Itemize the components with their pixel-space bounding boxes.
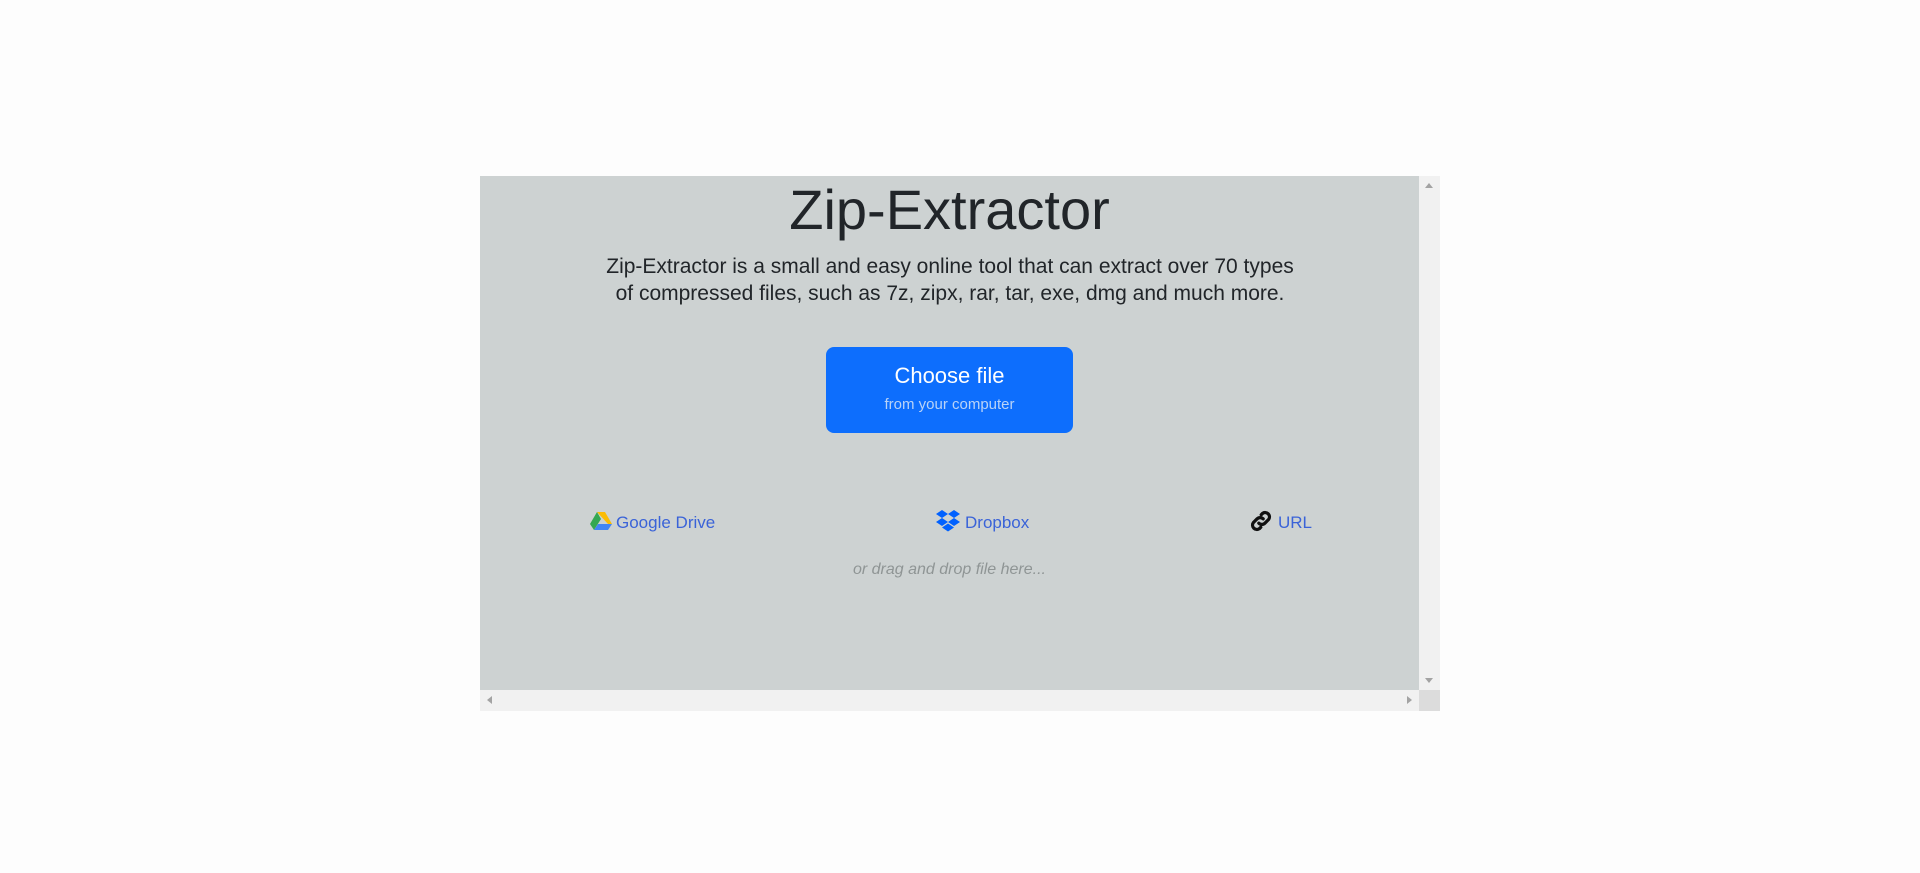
google-drive-label: Google Drive bbox=[616, 513, 716, 532]
scroll-left-icon[interactable] bbox=[487, 696, 492, 704]
frame-viewport: Zip-Extractor Zip-Extractor is a small a… bbox=[480, 176, 1419, 690]
url-link[interactable]: URL bbox=[1248, 509, 1312, 537]
vertical-scrollbar[interactable] bbox=[1419, 176, 1440, 690]
dropbox-link[interactable]: Dropbox bbox=[935, 509, 1029, 537]
scroll-down-icon[interactable] bbox=[1425, 678, 1433, 683]
horizontal-scrollbar[interactable] bbox=[480, 690, 1419, 711]
choose-file-label: Choose file bbox=[894, 363, 1005, 388]
page-title: Zip-Extractor bbox=[789, 178, 1110, 241]
url-label: URL bbox=[1278, 513, 1313, 532]
drag-drop-hint: or drag and drop file here... bbox=[852, 561, 1046, 578]
choose-file-button[interactable]: Choose file from your computer bbox=[826, 347, 1073, 433]
scrollbar-corner bbox=[1419, 690, 1440, 711]
dropbox-label: Dropbox bbox=[965, 513, 1030, 532]
page-description: Zip-Extractor is a small and easy online… bbox=[606, 255, 1294, 305]
google-drive-link[interactable]: Google Drive bbox=[590, 509, 715, 537]
choose-file-sublabel: from your computer bbox=[884, 396, 1015, 413]
scroll-up-icon[interactable] bbox=[1425, 183, 1433, 188]
embedded-frame: Zip-Extractor Zip-Extractor is a small a… bbox=[480, 176, 1440, 711]
google-drive-icon bbox=[590, 511, 612, 536]
link-icon bbox=[1248, 508, 1274, 539]
dropbox-icon bbox=[935, 509, 961, 538]
scroll-right-icon[interactable] bbox=[1407, 696, 1412, 704]
